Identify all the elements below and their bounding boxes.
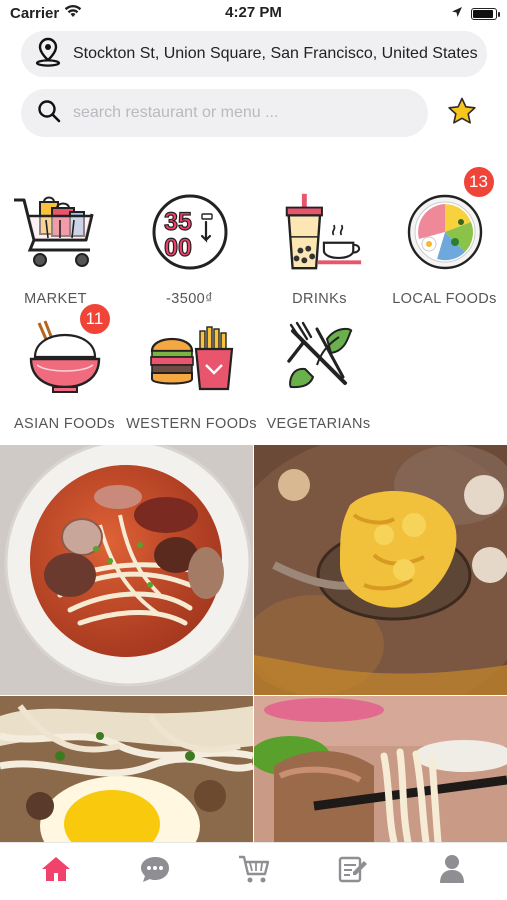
favorites-button[interactable] xyxy=(446,97,478,130)
restaurant-photo-grid xyxy=(0,445,507,842)
category-label: DRINKs xyxy=(292,291,347,307)
category-label: WESTERN FOODs xyxy=(126,416,257,432)
category-asian-foods[interactable]: 11 ASIAN FOODs xyxy=(2,302,127,437)
bottom-tab-bar xyxy=(0,842,507,900)
noodles-egg-photo[interactable] xyxy=(0,696,253,842)
category-label: -3500₫ xyxy=(166,291,213,307)
status-time: 4:27 PM xyxy=(225,4,282,21)
star-icon xyxy=(447,97,477,130)
location-address: Stockton St, Union Square, San Francisco… xyxy=(73,45,478,62)
category-vegetarians[interactable]: VEGETARIANs xyxy=(256,312,381,437)
price-bottom-text: 00 xyxy=(164,234,192,262)
price-tag-icon: 35 00 xyxy=(145,187,235,277)
notification-badge: 13 xyxy=(461,165,496,199)
home-icon xyxy=(41,855,71,888)
app-screen: Carrier 4:27 PM Stockton St, Union Squar… xyxy=(0,0,507,900)
category-label: MARKET xyxy=(24,291,87,307)
chat-icon xyxy=(140,855,170,888)
category-local-foods[interactable]: 13 LOCAL FOODs xyxy=(382,165,507,312)
status-right xyxy=(451,5,500,22)
location-selector[interactable]: Stockton St, Union Square, San Francisco… xyxy=(21,31,487,77)
category-label: LOCAL FOODs xyxy=(392,291,497,307)
bubble-tea-icon xyxy=(275,187,365,277)
price-top-text: 35 xyxy=(164,208,192,236)
cart-icon xyxy=(238,854,270,889)
category-discount[interactable]: 35 00 -3500₫ xyxy=(127,187,252,312)
search-input[interactable] xyxy=(73,104,403,122)
burger-fries-icon xyxy=(147,312,237,402)
noodles-chopsticks-photo[interactable] xyxy=(254,696,507,842)
location-arrow-icon xyxy=(451,5,463,22)
rice-bowl-icon: 11 xyxy=(20,302,112,402)
search-icon xyxy=(37,99,61,128)
orders-icon xyxy=(338,855,368,888)
notification-badge: 11 xyxy=(77,302,112,336)
category-label: ASIAN FOODs xyxy=(13,416,116,432)
tab-orders[interactable] xyxy=(318,847,388,897)
shopping-cart-icon xyxy=(11,187,101,277)
noodle-soup-photo[interactable] xyxy=(0,445,253,695)
tab-chat[interactable] xyxy=(120,847,190,897)
profile-icon xyxy=(439,854,465,889)
battery-icon xyxy=(471,7,500,20)
status-bar: Carrier 4:27 PM xyxy=(0,0,507,28)
salad-plate-icon: 13 xyxy=(400,165,496,277)
category-western-foods[interactable]: WESTERN FOODs xyxy=(126,312,257,437)
fried-tofu-hotpot-photo[interactable] xyxy=(254,445,507,695)
category-drinks[interactable]: DRINKs xyxy=(257,187,382,312)
tab-profile[interactable] xyxy=(417,847,487,897)
map-pin-icon xyxy=(35,37,61,72)
search-bar[interactable] xyxy=(21,89,428,137)
category-label: VEGETARIANs xyxy=(266,416,371,432)
tab-cart[interactable] xyxy=(219,847,289,897)
category-market[interactable]: MARKET xyxy=(0,187,118,312)
tab-home[interactable] xyxy=(21,847,91,897)
vegetarian-icon xyxy=(274,312,364,402)
